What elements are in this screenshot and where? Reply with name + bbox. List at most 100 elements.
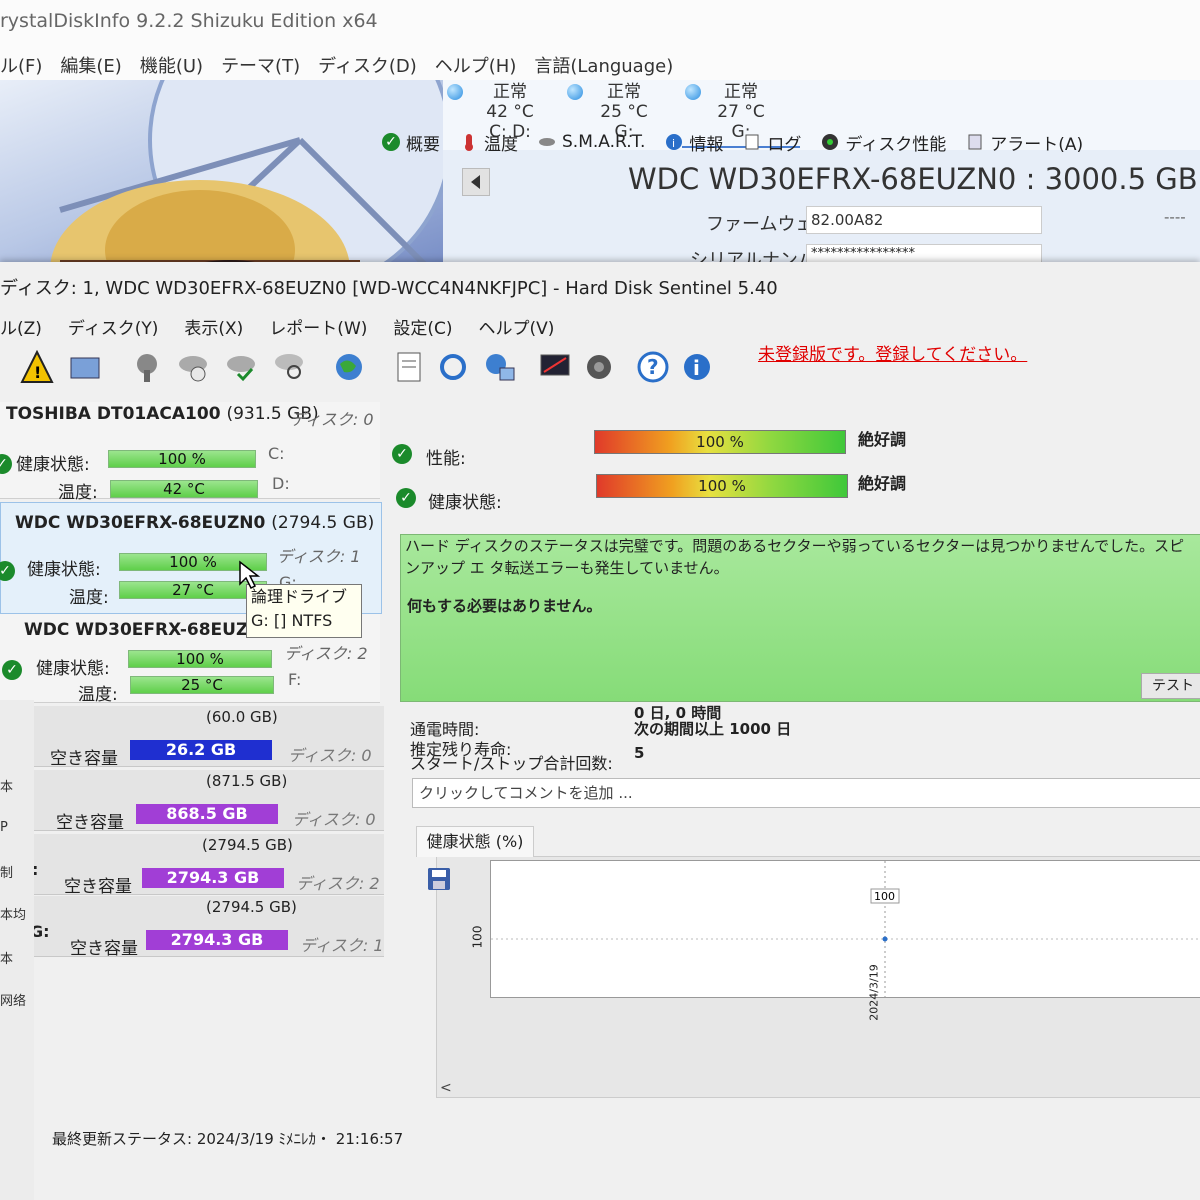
- hds-menu-report[interactable]: レポート(W): [269, 314, 367, 339]
- tab-health-percent[interactable]: 健康状態 (%): [416, 826, 534, 857]
- health-bar: 100 %: [108, 450, 256, 468]
- free-space-bar: 2794.3 GB: [142, 868, 284, 888]
- y-tick-label: 100: [470, 925, 485, 949]
- hds-menu-help[interactable]: ヘルプ(V): [479, 314, 555, 339]
- logical-drive-tooltip: 論理ドライブ G: [] NTFS: [246, 584, 362, 638]
- tab-alerts[interactable]: アラート(A): [966, 126, 1083, 158]
- data-point: [882, 936, 888, 942]
- test-button[interactable]: テスト: [1141, 673, 1200, 699]
- free-space-bar: 26.2 GB: [130, 740, 272, 760]
- tab-temperature[interactable]: 温度: [460, 126, 518, 158]
- disk-search-icon[interactable]: [272, 350, 306, 384]
- disk-number: ディスク: 1: [277, 547, 361, 566]
- volume-disk-number: ディスク: 1: [300, 936, 384, 955]
- mouse-cursor-icon: [239, 560, 261, 590]
- disk-number: ディスク: 0: [290, 410, 374, 429]
- cdi-menu-file[interactable]: ル(F): [0, 52, 42, 78]
- tool-icon[interactable]: [130, 350, 164, 384]
- monitor-icon[interactable]: [538, 350, 572, 384]
- free-space-bar: 868.5 GB: [136, 804, 278, 824]
- disk-icon[interactable]: [68, 350, 102, 384]
- comment-input[interactable]: クリックしてコメントを追加 ...: [412, 778, 1200, 808]
- disk-name: WDC WD30EFRX-68EUZN0: [24, 620, 275, 640]
- tab-disk-performance[interactable]: ディスク性能: [821, 126, 946, 158]
- hds-menubar: ル(Z) ディスク(Y) 表示(X) レポート(W) 設定(C) ヘルプ(V): [0, 314, 554, 339]
- cdi-menu-disk[interactable]: ディスク(D): [318, 52, 417, 78]
- check-icon: ✓: [392, 444, 412, 464]
- unregistered-link[interactable]: 未登録版です。登録してください。: [758, 340, 1027, 365]
- volume-entry-d[interactable]: D: (871.5 GB) 空き容量 868.5 GB ディスク: 0: [6, 770, 384, 833]
- check-icon: ✓: [382, 133, 400, 151]
- temp-label: 温度:: [58, 483, 98, 503]
- speaker-icon[interactable]: [582, 350, 616, 384]
- volume-entry-g[interactable]: G: (2794.5 GB) 空き容量 2794.3 GB ディスク: 1: [6, 896, 384, 959]
- check-icon: ✓: [0, 561, 15, 581]
- drive-temp: 42 °C: [486, 102, 534, 122]
- health-line-chart: 100: [490, 860, 1200, 998]
- firmware-value: 82.00A82: [806, 206, 1042, 234]
- cdi-extra-field: ----: [1164, 208, 1186, 226]
- help-icon[interactable]: ?: [636, 350, 670, 384]
- drive-status: 正常: [607, 82, 641, 102]
- health-label: 健康状態:: [16, 455, 90, 475]
- hds-tabs: ✓ 概要 温度 S.M.A.R.T. i 情報 ログ ディスク性能 アラート(A): [382, 126, 1200, 158]
- cdi-menu-language[interactable]: 言語(Language): [534, 52, 673, 78]
- strip-text: 本: [0, 952, 14, 967]
- disk-ok-icon[interactable]: [224, 350, 258, 384]
- strip-text: 制: [0, 866, 14, 881]
- tab-smart[interactable]: S.M.A.R.T.: [538, 126, 645, 158]
- disk-entry-0[interactable]: TOSHIBA DT01ACA100 (931.5 GB) ディスク: 0 ✓ …: [0, 402, 380, 503]
- hds-menu-file[interactable]: ル(Z): [0, 314, 42, 339]
- hds-menu-view[interactable]: 表示(X): [184, 314, 243, 339]
- temp-bar: 25 °C: [130, 676, 274, 694]
- cdi-menu-edit[interactable]: 編集(E): [60, 52, 121, 78]
- network-icon[interactable]: [482, 350, 516, 384]
- arrow-left-icon: [471, 175, 480, 189]
- gauge-icon: [822, 134, 839, 150]
- background-window-strip: 本 P 制 本均 本 网络: [0, 700, 34, 1200]
- free-space-label: 空き容量: [70, 939, 138, 959]
- last-update-status: 最終更新ステータス: 2024/3/19 ﾐﾒﾆﾚｶ・ 21:16:57: [52, 1130, 404, 1148]
- remaining-life-value: 次の期間以上 1000 日: [634, 720, 792, 738]
- health-label: 健康状態:: [27, 560, 101, 580]
- health-label: 健康状態:: [36, 659, 110, 679]
- drive-status: 正常: [724, 82, 758, 102]
- volume-entry-c[interactable]: C: (60.0 GB) 空き容量 26.2 GB ディスク: 0: [6, 706, 384, 769]
- health-label: 健康状態:: [428, 493, 502, 513]
- volume-entry-f[interactable]: F: (2794.5 GB) 空き容量 2794.3 GB ディスク: 2: [6, 834, 384, 897]
- series-points: 100: [870, 888, 900, 942]
- info-icon[interactable]: i: [680, 350, 714, 384]
- svg-text:i: i: [672, 137, 675, 150]
- report-icon[interactable]: [392, 350, 426, 384]
- volume-disk-number: ディスク: 0: [288, 746, 372, 765]
- volume-size: (2794.5 GB): [206, 898, 297, 916]
- save-icon[interactable]: [428, 868, 450, 890]
- previous-drive-button[interactable]: [462, 168, 490, 196]
- performance-rating: 絶好調: [858, 430, 907, 449]
- tab-info[interactable]: i 情報: [665, 126, 723, 158]
- svg-text:i: i: [693, 356, 700, 380]
- drive-letter: F:: [288, 670, 302, 689]
- scroll-left-arrow-icon[interactable]: <: [440, 1080, 452, 1096]
- warning-icon[interactable]: !: [20, 350, 54, 384]
- tooltip-detail: G: [] NTFS: [251, 611, 333, 630]
- hds-menu-settings[interactable]: 設定(C): [393, 314, 452, 339]
- volume-disk-number: ディスク: 2: [296, 874, 380, 893]
- tab-overview[interactable]: ✓ 概要: [382, 126, 440, 158]
- log-icon: [745, 134, 759, 150]
- cdi-menu-function[interactable]: 機能(U): [140, 52, 203, 78]
- x-tick-label: 2024/3/19: [867, 964, 881, 1021]
- start-stop-value: 5: [634, 744, 645, 762]
- alert-icon: [968, 134, 982, 150]
- globe-icon[interactable]: [332, 350, 366, 384]
- cdi-menu-help[interactable]: ヘルプ(H): [435, 52, 517, 78]
- svg-text:?: ?: [647, 355, 659, 379]
- tab-log[interactable]: ログ: [743, 126, 801, 158]
- disk-check-icon[interactable]: [176, 350, 210, 384]
- refresh-icon[interactable]: [436, 350, 470, 384]
- strip-text: 本均: [0, 908, 27, 923]
- artwork-illustration: [50, 80, 443, 290]
- cdi-menu-theme[interactable]: テーマ(T): [221, 52, 300, 78]
- hds-menu-disk[interactable]: ディスク(Y): [68, 314, 158, 339]
- performance-bar: 100 %: [594, 430, 846, 454]
